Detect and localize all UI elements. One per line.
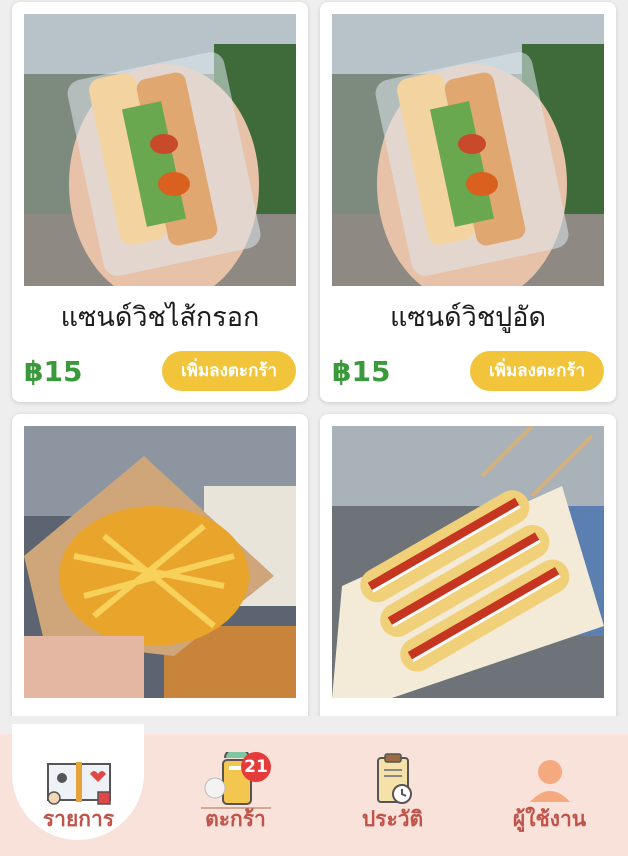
tab-menu[interactable]: รายการ [0,724,157,856]
tab-cart-label: ตะกร้า [205,807,266,831]
product-price: ฿15 [332,355,391,388]
user-icon [515,752,585,812]
product-name: แซนด์วิชไส้กรอก [60,302,260,333]
add-to-cart-button[interactable]: เพิ่มลงตะกร้า [162,351,296,391]
sausage-skewers-photo[interactable] [332,426,604,698]
menu-book-icon [44,752,114,812]
crab-stick-sandwich-photo[interactable] [332,14,604,286]
cart-count-badge: 21 [241,752,271,782]
product-card[interactable] [12,414,308,716]
tab-history-label: ประวัติ [361,807,424,831]
tab-menu-label: รายการ [42,807,115,831]
product-card[interactable] [320,414,616,716]
bottom-tab-bar: รายการ 21 ตะกร้า ประวัติ ผู้ใช้งาน [0,724,628,856]
tab-user[interactable]: ผู้ใช้งาน [471,734,628,856]
tab-user-label: ผู้ใช้งาน [512,807,587,831]
product-card[interactable]: แซนด์วิชปูอัด ฿15 เพิ่มลงตะกร้า [320,2,616,402]
tab-cart[interactable]: 21 ตะกร้า [157,734,314,856]
sausage-sandwich-photo[interactable] [24,14,296,286]
product-price: ฿15 [24,355,83,388]
product-grid: แซนด์วิชไส้กรอก ฿15 เพิ่มลงตะกร้า แซนด์ว… [0,0,628,716]
clipboard-history-icon [358,752,428,812]
add-to-cart-button[interactable]: เพิ่มลงตะกร้า [470,351,604,391]
product-name: แซนด์วิชปูอัด [389,302,547,333]
product-card[interactable]: แซนด์วิชไส้กรอก ฿15 เพิ่มลงตะกร้า [12,2,308,402]
cheese-fries-photo[interactable] [24,426,296,698]
tab-history[interactable]: ประวัติ [314,734,471,856]
